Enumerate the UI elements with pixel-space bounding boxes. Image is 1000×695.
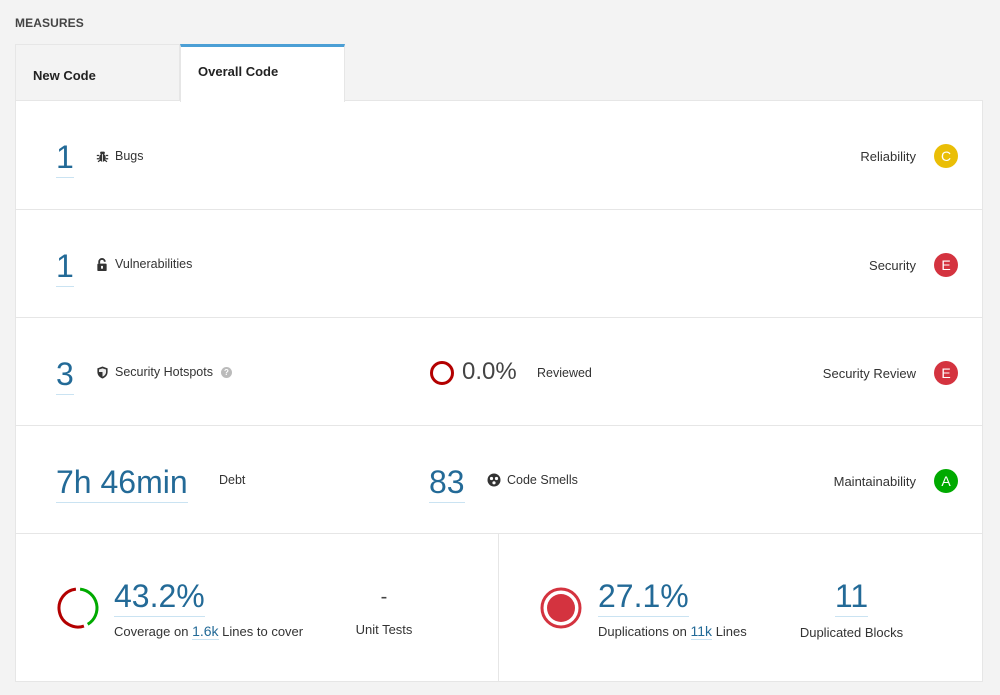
coverage-label-suffix: Lines to cover	[222, 624, 304, 639]
shield-icon	[95, 365, 109, 379]
lines-to-cover-link[interactable]: 1.6k	[192, 623, 219, 640]
hotspots-label-group: Security Hotspots ?	[95, 365, 232, 379]
measures-panel: 1 Bugs Reliability C 1 Vulnerabilities S…	[15, 100, 983, 682]
duplications-percent[interactable]: 27.1%	[598, 580, 689, 617]
security-review-rating[interactable]: E	[934, 361, 958, 385]
reviewed-percent[interactable]: 0.0%	[462, 358, 517, 386]
duplicated-blocks-label: Duplicated Blocks	[799, 625, 904, 640]
unit-tests-value: -	[380, 586, 388, 608]
duplicated-blocks-count[interactable]: 11	[834, 580, 869, 617]
tab-new-code[interactable]: New Code	[15, 44, 180, 101]
duplicated-lines-link[interactable]: 11k	[690, 623, 713, 640]
reliability-rating[interactable]: C	[934, 144, 958, 168]
help-icon[interactable]: ?	[220, 366, 232, 378]
duplications-bubble-icon	[540, 587, 582, 634]
code-tabs: New Code Overall Code	[15, 44, 345, 102]
maintainability-label: Maintainability	[833, 474, 916, 489]
security-row: 1 Vulnerabilities Security E	[16, 210, 982, 318]
security-rating[interactable]: E	[934, 253, 958, 277]
coverage-donut-icon	[56, 586, 100, 635]
unit-tests-label: Unit Tests	[355, 622, 413, 637]
coverage-percent[interactable]: 43.2%	[114, 580, 205, 617]
duplications-caption: Duplications on 11k Lines	[598, 623, 747, 640]
security-review-label: Security Review	[822, 366, 916, 381]
debt-label: Debt	[219, 473, 246, 487]
tab-overall-code[interactable]: Overall Code	[180, 44, 345, 102]
unlock-icon	[95, 257, 109, 271]
reviewed-donut-icon	[429, 360, 455, 391]
hotspots-count[interactable]: 3	[56, 358, 74, 395]
duplications-label-suffix: Lines	[715, 624, 747, 639]
coverage-covered-arc	[79, 587, 99, 626]
measures-page: MEASURES New Code Overall Code 1 Bugs Re…	[0, 0, 1000, 695]
maintainability-rating[interactable]: A	[934, 469, 958, 493]
reliability-label: Reliability	[860, 149, 916, 164]
bugs-label: Bugs	[115, 149, 144, 163]
code-smells-label-group: Code Smells	[487, 473, 578, 487]
bugs-label-group: Bugs	[95, 149, 144, 163]
coverage-section: 43.2% Coverage on 1.6k Lines to cover - …	[16, 534, 499, 682]
bug-icon	[95, 149, 109, 163]
coverage-caption: Coverage on 1.6k Lines to cover	[114, 623, 304, 640]
vulnerabilities-label: Vulnerabilities	[115, 257, 193, 271]
reviewed-label: Reviewed	[537, 366, 592, 380]
security-label: Security	[869, 258, 916, 273]
coverage-label-prefix: Coverage on	[114, 624, 189, 639]
duplications-label-prefix: Duplications on	[598, 624, 687, 639]
vulnerabilities-label-group: Vulnerabilities	[95, 257, 192, 271]
coverage-uncovered-arc	[57, 587, 85, 629]
security-review-row: 3 Security Hotspots ? 0.0% Reviewed Secu…	[16, 318, 982, 426]
code-smells-count[interactable]: 83	[429, 466, 465, 503]
debt-value[interactable]: 7h 46min	[56, 466, 188, 503]
duplicated-blocks-group: 11 Duplicated Blocks	[789, 580, 914, 640]
reliability-row: 1 Bugs Reliability C	[16, 101, 982, 210]
bugs-count[interactable]: 1	[56, 141, 74, 178]
code-smell-icon	[487, 473, 501, 487]
unit-tests-group: - Unit Tests	[344, 586, 424, 637]
maintainability-row: 7h 46min Debt 83 Code Smells Maintainabi…	[16, 426, 982, 534]
code-smells-label: Code Smells	[507, 473, 578, 487]
section-title: MEASURES	[15, 16, 84, 30]
hotspots-label: Security Hotspots	[115, 365, 213, 379]
duplications-section: 27.1% Duplications on 11k Lines 11 Dupli…	[499, 534, 982, 682]
coverage-duplications-row: 43.2% Coverage on 1.6k Lines to cover - …	[16, 534, 982, 682]
vulnerabilities-count[interactable]: 1	[56, 250, 74, 287]
